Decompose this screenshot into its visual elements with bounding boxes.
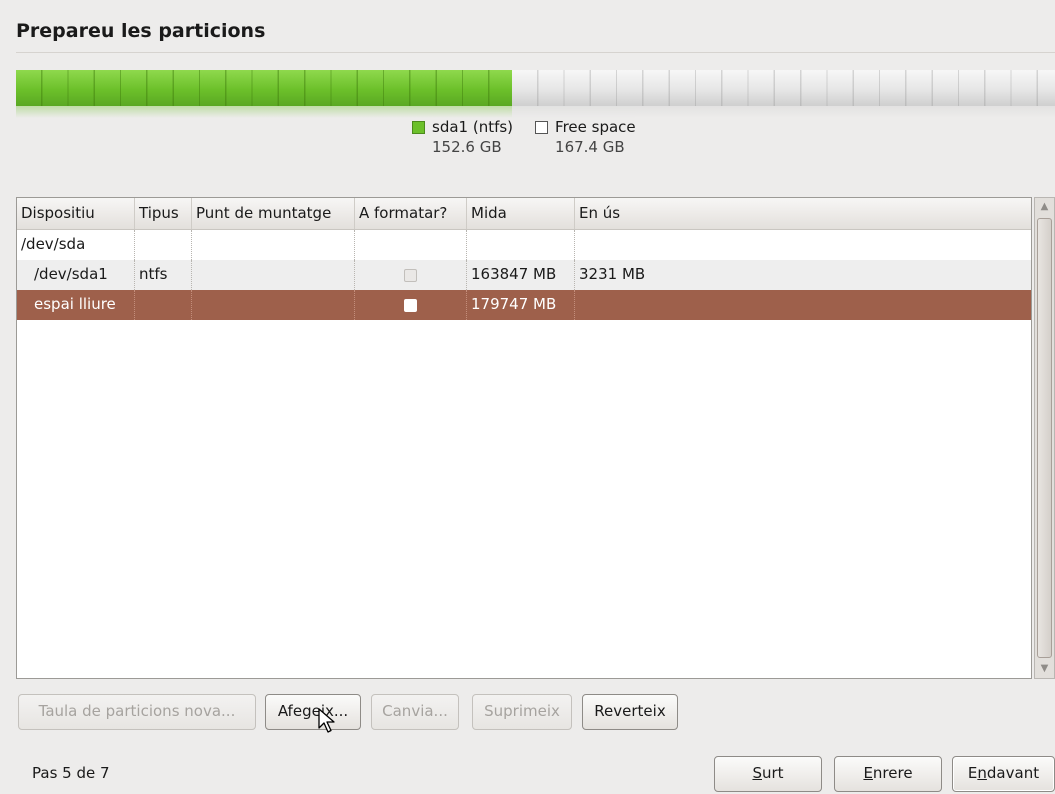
column-header-format[interactable]: A formatar? [355, 198, 467, 229]
revert-button[interactable]: Reverteix [582, 694, 678, 730]
column-header-used[interactable]: En ús [575, 198, 1031, 229]
cell-device: /dev/sda1 [17, 260, 135, 290]
change-partition-button[interactable]: Canvia... [371, 694, 459, 730]
table-scrollbar[interactable]: ▲ ▼ [1034, 197, 1055, 679]
title-divider [16, 52, 1055, 53]
cell-format [355, 290, 467, 320]
cell-type: ntfs [135, 260, 192, 290]
scroll-thumb[interactable] [1037, 218, 1052, 658]
cell-type [135, 230, 192, 260]
cell-mount [192, 290, 355, 320]
legend-label: sda1 (ntfs) [432, 118, 514, 136]
legend-item-free-space: Free space 167.4 GB [535, 118, 636, 156]
partition-bar-segment-free-space [511, 70, 1055, 106]
column-header-mount-point[interactable]: Punt de muntatge [192, 198, 355, 229]
legend-label: Free space [555, 118, 636, 136]
cell-format [355, 230, 467, 260]
partition-legend: sda1 (ntfs) 152.6 GB Free space 167.4 GB [412, 118, 636, 156]
legend-swatch-green [412, 121, 425, 134]
delete-partition-button[interactable]: Suprimeix [472, 694, 572, 730]
table-row-dev-sda[interactable]: /dev/sda [17, 230, 1031, 260]
cell-mount [192, 230, 355, 260]
partition-bar-segment-sda1 [16, 70, 512, 106]
cell-format [355, 260, 467, 290]
forward-label-start: E [967, 764, 978, 782]
cell-used [575, 290, 1031, 320]
back-label-rest: nrere [872, 764, 913, 782]
cell-mount [192, 260, 355, 290]
quit-button[interactable]: Surt [714, 756, 822, 792]
quit-label-mnemonic: S [752, 764, 762, 782]
cell-device: /dev/sda [17, 230, 135, 260]
table-row-dev-sda1[interactable]: /dev/sda1 ntfs 163847 MB 3231 MB [17, 260, 1031, 290]
add-partition-button[interactable]: Afegeix... [265, 694, 361, 730]
forward-label-rest: davant [986, 764, 1040, 782]
forward-button[interactable]: Endavant [952, 756, 1055, 792]
forward-label-mnemonic: n [977, 764, 987, 782]
partition-table[interactable]: Dispositiu Tipus Punt de muntatge A form… [16, 197, 1032, 679]
cell-device: espai lliure [17, 290, 135, 320]
back-button[interactable]: Enrere [834, 756, 942, 792]
page-title: Prepareu les particions [16, 20, 266, 42]
cell-used: 3231 MB [579, 265, 646, 283]
partition-bar [16, 70, 1055, 106]
cell-size: 163847 MB [467, 260, 575, 290]
cell-size: 179747 MB [467, 290, 575, 320]
format-checkbox[interactable] [404, 299, 417, 312]
step-indicator: Pas 5 de 7 [32, 764, 110, 782]
column-header-type[interactable]: Tipus [135, 198, 192, 229]
new-partition-table-button[interactable]: Taula de particions nova... [18, 694, 256, 730]
quit-label-rest: urt [761, 764, 784, 782]
cell-used [575, 230, 1031, 260]
format-checkbox [404, 269, 417, 282]
table-row-free-space[interactable]: espai lliure 179747 MB [17, 290, 1031, 320]
reflection-used [16, 106, 512, 118]
mouse-pointer-icon [318, 708, 335, 733]
reflection-free [511, 106, 1055, 118]
legend-size: 167.4 GB [555, 138, 625, 156]
column-header-size[interactable]: Mida [467, 198, 575, 229]
back-label-mnemonic: E [863, 764, 873, 782]
legend-item-sda1: sda1 (ntfs) 152.6 GB [412, 118, 513, 156]
scroll-down-icon[interactable]: ▼ [1035, 660, 1054, 678]
cell-type [135, 290, 192, 320]
legend-size: 152.6 GB [432, 138, 502, 156]
legend-swatch-white [535, 121, 549, 134]
table-header: Dispositiu Tipus Punt de muntatge A form… [17, 198, 1031, 230]
scroll-up-icon[interactable]: ▲ [1035, 198, 1054, 216]
cell-size [467, 230, 575, 260]
partition-bar-reflection [16, 106, 1055, 118]
column-header-device[interactable]: Dispositiu [17, 198, 135, 229]
